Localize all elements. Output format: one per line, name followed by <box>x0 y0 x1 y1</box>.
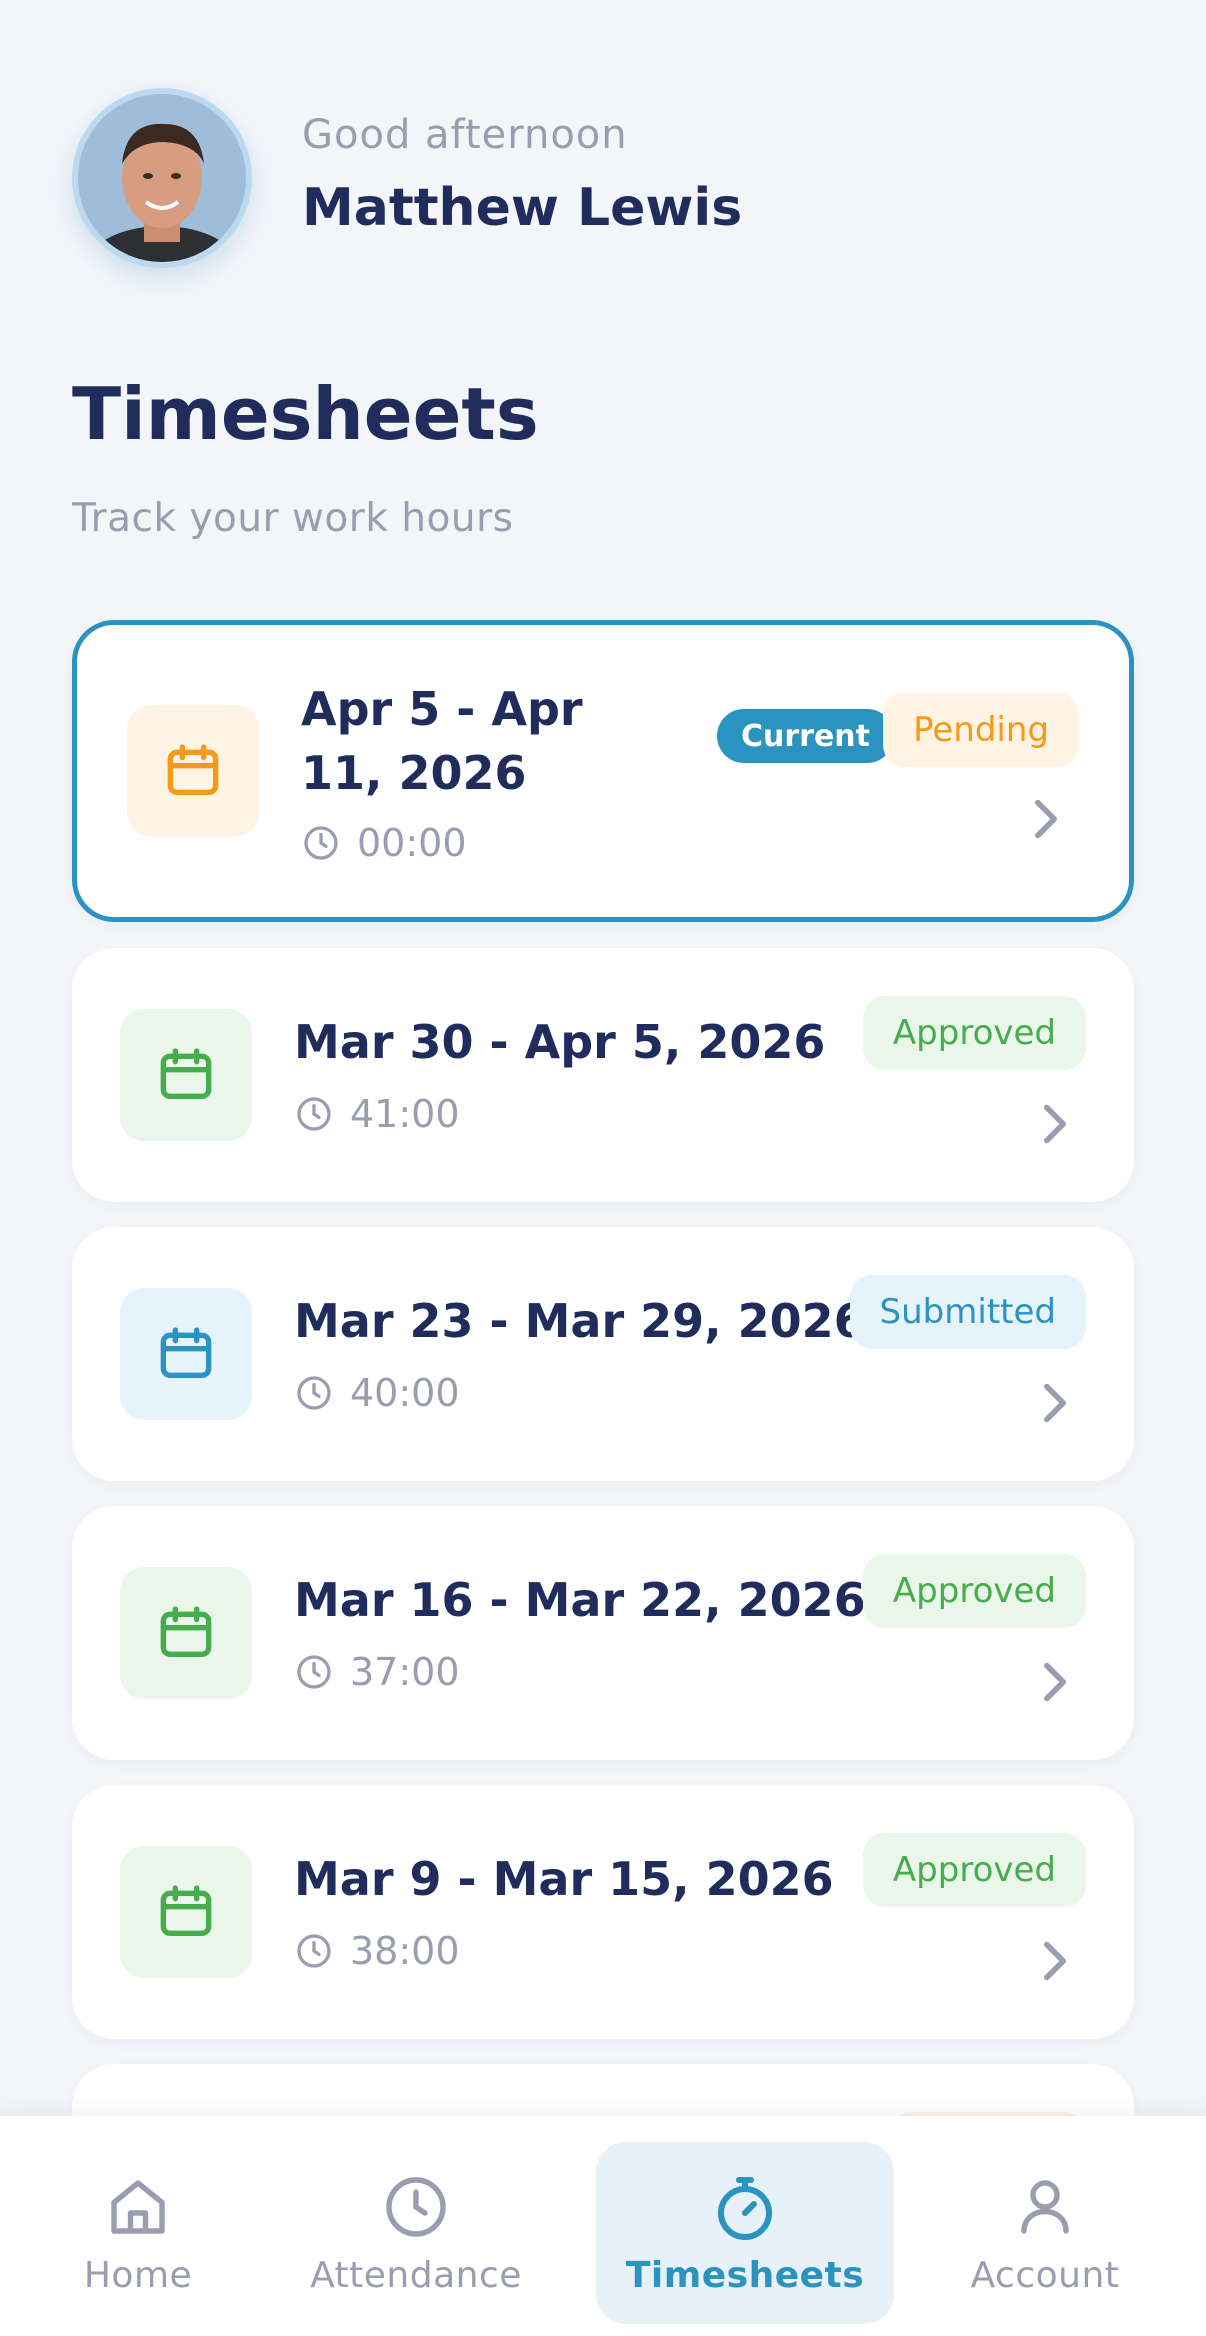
timesheet-hours-value: 40:00 <box>350 1371 460 1415</box>
clock-icon <box>297 1376 331 1410</box>
nav-home[interactable]: Home <box>40 2142 236 2324</box>
calendar-icon <box>120 1567 252 1699</box>
status-badge: Pending <box>883 693 1079 767</box>
page-subtitle: Track your work hours <box>72 496 514 541</box>
timesheet-range: Mar 9 - Mar 15, 2026 <box>294 1852 834 1906</box>
status-badge: Approved <box>862 1554 1086 1628</box>
calendar-icon <box>127 705 259 837</box>
clock-icon <box>304 826 338 860</box>
chevron-right-icon <box>1035 799 1057 839</box>
bottom-nav: Home Attendance Timesheets Account <box>0 2116 1206 2336</box>
calendar-icon <box>120 1009 252 1141</box>
timesheet-hours: 41:00 <box>294 1092 460 1136</box>
timesheet-hours-value: 41:00 <box>350 1092 460 1136</box>
nav-label: Attendance <box>310 2254 522 2296</box>
status-badge: Approved <box>862 1833 1086 1907</box>
nav-account[interactable]: Account <box>950 2142 1140 2324</box>
nav-label: Account <box>970 2254 1120 2296</box>
timesheet-card[interactable]: Mar 16 - Mar 22, 2026 37:00 Approved <box>72 1506 1134 1760</box>
timesheet-hours: 37:00 <box>294 1650 460 1694</box>
timesheet-range: Mar 30 - Apr 5, 2026 <box>294 1015 826 1069</box>
timesheet-range: Mar 23 - Mar 29, 2026 <box>294 1294 866 1348</box>
nav-attendance[interactable]: Attendance <box>296 2142 536 2324</box>
stopwatch-icon <box>718 2176 772 2240</box>
timesheet-range: Mar 16 - Mar 22, 2026 <box>294 1573 866 1627</box>
timesheet-hours: 40:00 <box>294 1371 460 1415</box>
timesheet-hours-value: 00:00 <box>357 821 467 865</box>
user-icon <box>1021 2179 1069 2234</box>
chevron-right-icon <box>1044 1383 1066 1423</box>
nav-label: Timesheets <box>625 2254 865 2296</box>
timesheet-range: Apr 5 - Apr 11, 2026 <box>301 682 583 800</box>
timesheet-card[interactable]: Mar 9 - Mar 15, 2026 38:00 Approved <box>72 1785 1134 2039</box>
calendar-icon <box>120 1846 252 1978</box>
current-badge: Current <box>717 709 895 763</box>
timesheet-hours: 00:00 <box>301 821 467 865</box>
timesheet-card[interactable]: Mar 23 - Mar 29, 2026 40:00 Submitted <box>72 1227 1134 1481</box>
calendar-icon <box>120 1288 252 1420</box>
chevron-right-icon <box>1044 1104 1066 1144</box>
nav-timesheets[interactable]: Timesheets <box>596 2142 894 2324</box>
chevron-right-icon <box>1044 1941 1066 1981</box>
status-badge: Submitted <box>849 1275 1086 1349</box>
timesheet-hours-value: 37:00 <box>350 1650 460 1694</box>
clock-icon <box>386 2176 446 2237</box>
avatar-photo <box>78 94 246 262</box>
home-icon <box>111 2179 165 2234</box>
user-name: Matthew Lewis <box>302 178 743 238</box>
nav-label: Home <box>83 2254 193 2296</box>
timesheet-card[interactable]: Mar 30 - Apr 5, 2026 41:00 Approved <box>72 948 1134 1202</box>
timesheet-hours: 38:00 <box>294 1929 460 1973</box>
avatar[interactable] <box>72 88 252 268</box>
timesheet-card[interactable]: Apr 5 - Apr 11, 2026 00:00 Current Pendi… <box>72 620 1134 922</box>
timesheet-hours-value: 38:00 <box>350 1929 460 1973</box>
timesheets-screen: Good afternoon Matthew Lewis Timesheets … <box>0 0 1206 2336</box>
greeting-text: Good afternoon <box>302 112 628 158</box>
chevron-right-icon <box>1044 1662 1066 1702</box>
status-badge: Approved <box>862 996 1086 1070</box>
clock-icon <box>297 1097 331 1131</box>
clock-icon <box>297 1934 331 1968</box>
clock-icon <box>297 1655 331 1689</box>
page-title: Timesheets <box>72 372 539 456</box>
